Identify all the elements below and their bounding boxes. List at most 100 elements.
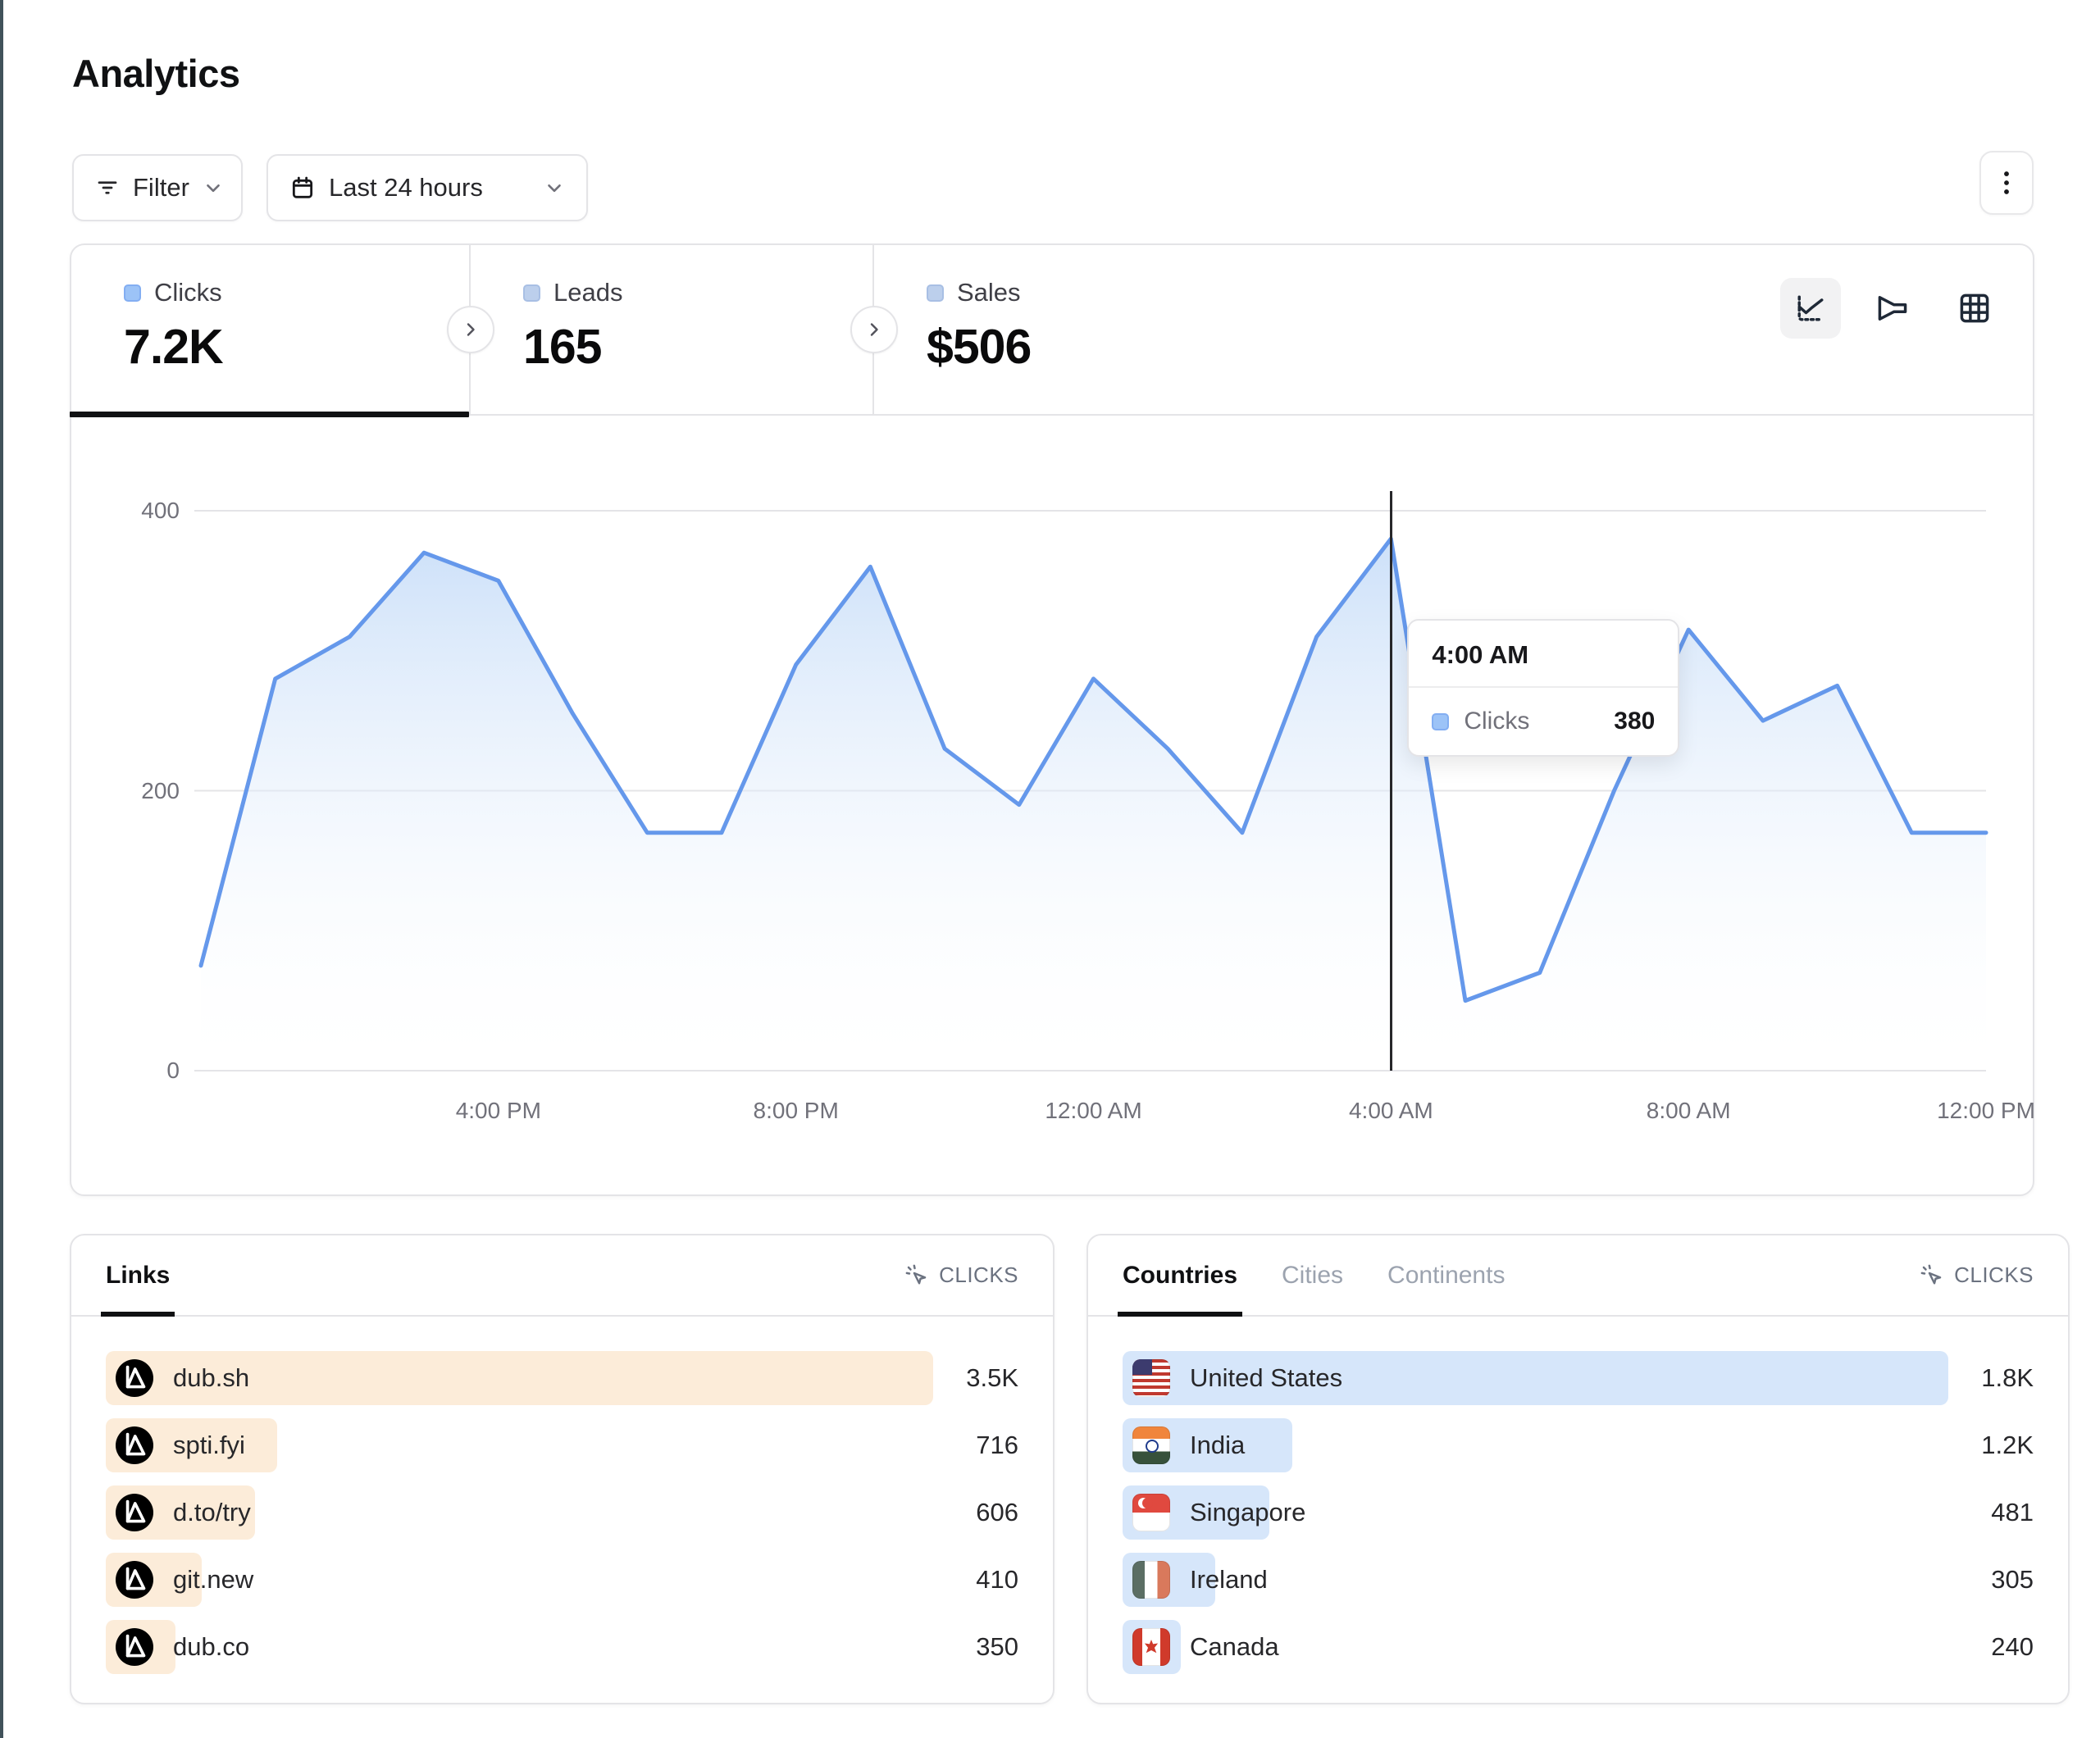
link-bar-track: dub.co xyxy=(106,1620,933,1674)
link-label: dub.co xyxy=(173,1632,249,1662)
left-edge-divider xyxy=(0,0,3,1738)
grid-icon xyxy=(1957,290,1993,326)
links-panel: Links CLICKS dub.sh3.5K spti.fyi 716 d.to/t… xyxy=(70,1234,1055,1704)
country-row[interactable]: Ireland 305 xyxy=(1123,1553,2034,1607)
country-value: 481 xyxy=(1960,1498,2034,1527)
x-tick-label: 8:00 PM xyxy=(754,1098,839,1124)
stat-label: Clicks xyxy=(154,278,222,307)
link-bar-track: d.to/try xyxy=(106,1485,933,1540)
links-metric-selector[interactable]: CLICKS xyxy=(904,1263,1018,1288)
kebab-icon xyxy=(1994,169,2019,197)
expand-sales-button[interactable] xyxy=(850,306,898,353)
link-row[interactable]: git.new 410 xyxy=(106,1553,1018,1607)
filter-button[interactable]: Filter xyxy=(72,154,243,221)
country-label: Canada xyxy=(1190,1632,1279,1662)
country-label: India xyxy=(1190,1431,1245,1460)
dub-logo-icon xyxy=(116,1628,153,1666)
tooltip-time: 4:00 AM xyxy=(1409,621,1678,688)
y-tick-label: 200 xyxy=(88,778,180,804)
country-row[interactable]: India1.2K xyxy=(1123,1418,2034,1472)
sales-swatch xyxy=(927,284,944,302)
link-bar-track: spti.fyi xyxy=(106,1418,933,1472)
page-title: Analytics xyxy=(72,51,239,96)
tooltip-value: 380 xyxy=(1614,707,1655,735)
country-bar-track: Singapore xyxy=(1123,1485,1948,1540)
funnel-view-button[interactable] xyxy=(1862,278,1923,339)
table-view-button[interactable] xyxy=(1944,278,2005,339)
country-value: 1.8K xyxy=(1960,1363,2034,1393)
link-label: d.to/try xyxy=(173,1498,251,1527)
flag-us-icon xyxy=(1132,1359,1170,1397)
links-panel-header: Links CLICKS xyxy=(71,1235,1053,1317)
countries-list: United States 1.8K India1.2K Singapore 481 Ir… xyxy=(1088,1317,2068,1674)
expand-leads-button[interactable] xyxy=(447,306,494,353)
more-options-button[interactable] xyxy=(1979,151,2034,215)
country-label: Singapore xyxy=(1190,1498,1305,1527)
dub-logo-icon xyxy=(116,1494,153,1531)
analytics-chart-card: Clicks7.2KLeads165Sales$506 xyxy=(70,243,2034,1196)
link-value: 3.5K xyxy=(945,1363,1018,1393)
link-row[interactable]: dub.sh3.5K xyxy=(106,1351,1018,1405)
countries-metric-selector[interactable]: CLICKS xyxy=(1920,1263,2034,1288)
chart-view-switcher xyxy=(1780,278,2005,339)
country-bar-track: India xyxy=(1123,1418,1948,1472)
x-tick-label: 4:00 AM xyxy=(1349,1098,1433,1124)
country-bar-track: United States xyxy=(1123,1351,1948,1405)
leads-swatch xyxy=(523,284,540,302)
clicks-area-chart[interactable] xyxy=(194,503,1986,1072)
link-row[interactable]: spti.fyi 716 xyxy=(106,1418,1018,1472)
country-row[interactable]: Singapore 481 xyxy=(1123,1485,2034,1540)
country-label: United States xyxy=(1190,1363,1342,1393)
analytics-page: Analytics Filter Last 24 hours Clicks7.2 xyxy=(0,0,2100,1738)
stats-header: Clicks7.2KLeads165Sales$506 xyxy=(71,245,2033,416)
filter-lines-icon xyxy=(95,175,120,200)
chart-plot-area[interactable]: 0200400 4:00 PM8:00 PM12:00 AM4:00 AM8:0… xyxy=(71,416,2033,1194)
flag-ca-icon xyxy=(1132,1628,1170,1666)
link-value: 716 xyxy=(945,1431,1018,1460)
date-range-label: Last 24 hours xyxy=(329,173,483,202)
tab-cities[interactable]: Cities xyxy=(1282,1235,1343,1315)
countries-panel: Countries Cities Continents CLICKS United … xyxy=(1086,1234,2070,1704)
stat-value: 165 xyxy=(523,319,872,375)
link-bar-track: git.new xyxy=(106,1553,933,1607)
country-bar-track: Canada xyxy=(1123,1620,1948,1674)
country-row[interactable]: Canada 240 xyxy=(1123,1620,2034,1674)
date-range-button[interactable]: Last 24 hours xyxy=(266,154,588,221)
link-value: 410 xyxy=(945,1565,1018,1595)
y-tick-label: 400 xyxy=(88,498,180,524)
stat-tab-leads[interactable]: Leads 165 xyxy=(471,245,874,414)
dub-logo-icon xyxy=(116,1359,153,1397)
flag-ie-icon xyxy=(1132,1561,1170,1599)
countries-panel-header: Countries Cities Continents CLICKS xyxy=(1088,1235,2068,1317)
x-tick-label: 12:00 AM xyxy=(1045,1098,1141,1124)
chart-cursor-line xyxy=(1390,491,1392,1071)
chart-tooltip: 4:00 AM Clicks 380 xyxy=(1407,619,1679,757)
dub-logo-icon xyxy=(116,1426,153,1464)
country-value: 240 xyxy=(1960,1632,2034,1662)
cursor-click-icon xyxy=(904,1263,929,1288)
link-row[interactable]: dub.co350 xyxy=(106,1620,1018,1674)
clicks-legend-swatch xyxy=(1432,713,1449,730)
links-list: dub.sh3.5K spti.fyi 716 d.to/try 606 git.new 4… xyxy=(71,1317,1053,1674)
cursor-click-icon xyxy=(1920,1263,1944,1288)
link-value: 606 xyxy=(945,1498,1018,1527)
country-row[interactable]: United States 1.8K xyxy=(1123,1351,2034,1405)
tab-links[interactable]: Links xyxy=(106,1235,170,1315)
link-label: spti.fyi xyxy=(173,1431,245,1460)
tab-countries[interactable]: Countries xyxy=(1123,1235,1237,1315)
flag-sg-icon xyxy=(1132,1494,1170,1531)
chevron-right-icon xyxy=(461,320,481,339)
tab-continents[interactable]: Continents xyxy=(1387,1235,1505,1315)
x-tick-label: 12:00 PM xyxy=(1937,1098,2035,1124)
x-tick-label: 4:00 PM xyxy=(456,1098,541,1124)
line-chart-view-button[interactable] xyxy=(1780,278,1841,339)
stat-label: Leads xyxy=(553,278,622,307)
stats-tabs: Clicks7.2KLeads165Sales$506 xyxy=(71,245,2033,414)
link-row[interactable]: d.to/try 606 xyxy=(106,1485,1018,1540)
countries-metric-label: CLICKS xyxy=(1954,1263,2034,1288)
stat-tab-clicks[interactable]: Clicks7.2K xyxy=(71,245,471,414)
country-label: Ireland xyxy=(1190,1565,1268,1595)
country-value: 305 xyxy=(1960,1565,2034,1595)
clicks-swatch xyxy=(124,284,141,302)
chevron-down-icon xyxy=(203,177,224,198)
